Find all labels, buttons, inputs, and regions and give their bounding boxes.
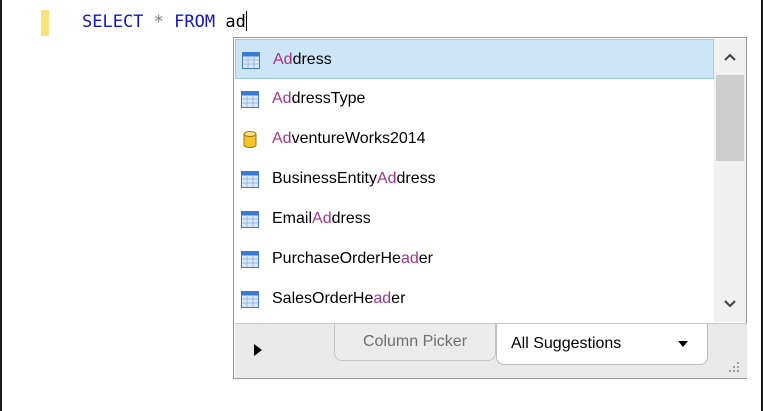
chevron-up-icon: [724, 53, 736, 61]
text-caret: [245, 11, 247, 31]
typed-text: ad: [225, 12, 246, 32]
table-icon: [241, 211, 259, 228]
expand-button[interactable]: [249, 341, 267, 359]
suggestion-item[interactable]: AdventureWorks2014: [235, 119, 714, 159]
tab-all-suggestions-label: All Suggestions: [511, 335, 622, 352]
suggestion-item[interactable]: Address: [235, 39, 714, 79]
suggestion-label: EmailAddress: [272, 210, 371, 227]
suggestion-label: SalesOrderHeader: [272, 290, 406, 307]
changed-line-marker: [41, 10, 49, 36]
resize-grip-icon[interactable]: [725, 358, 741, 374]
frame-border-left: [0, 0, 2, 411]
sql-editor[interactable]: SELECT * FROM ad Address AddressType Adv…: [2, 0, 761, 380]
scroll-down-button[interactable]: [714, 286, 746, 322]
suggestion-item[interactable]: AddressType: [235, 79, 714, 119]
suggestion-label: AddressType: [272, 90, 366, 107]
code-line-1[interactable]: SELECT * FROM ad: [82, 11, 247, 33]
suggestion-label: Address: [273, 51, 332, 68]
tab-column-picker[interactable]: Column Picker: [334, 324, 496, 361]
suggestion-label: BusinessEntityAddress: [272, 170, 436, 187]
table-icon: [241, 91, 259, 108]
play-arrow-icon: [254, 344, 262, 356]
autocomplete-popup: Address AddressType AdventureWorks2014 B…: [233, 37, 747, 379]
table-icon: [241, 251, 259, 268]
suggestion-item[interactable]: BusinessEntityAddress: [235, 159, 714, 199]
keyword-from: FROM: [174, 12, 216, 32]
chevron-down-icon: [724, 300, 736, 308]
scroll-up-button[interactable]: [714, 39, 746, 75]
suggestion-list: Address AddressType AdventureWorks2014 B…: [235, 39, 714, 322]
suggestion-label: PurchaseOrderHeader: [272, 250, 433, 267]
suggestion-footer: Column Picker All Suggestions: [235, 323, 747, 378]
suggestion-item[interactable]: SalesOrderHeader: [235, 279, 714, 319]
table-icon: [241, 171, 259, 188]
tab-all-suggestions[interactable]: All Suggestions: [496, 324, 708, 365]
database-icon: [243, 131, 257, 148]
suggestion-scrollbar[interactable]: [714, 39, 746, 322]
scroll-thumb[interactable]: [716, 75, 744, 161]
suggestion-item[interactable]: EmailAddress: [235, 199, 714, 239]
keyword-select: SELECT: [82, 12, 144, 32]
table-icon: [242, 52, 260, 69]
dropdown-arrow-icon[interactable]: [677, 340, 689, 348]
suggestion-item[interactable]: PurchaseOrderHeader: [235, 239, 714, 279]
operator-star: *: [153, 12, 164, 32]
suggestion-label: AdventureWorks2014: [272, 130, 426, 147]
screenshot-frame: SELECT * FROM ad Address AddressType Adv…: [0, 0, 763, 411]
table-icon: [241, 291, 259, 308]
